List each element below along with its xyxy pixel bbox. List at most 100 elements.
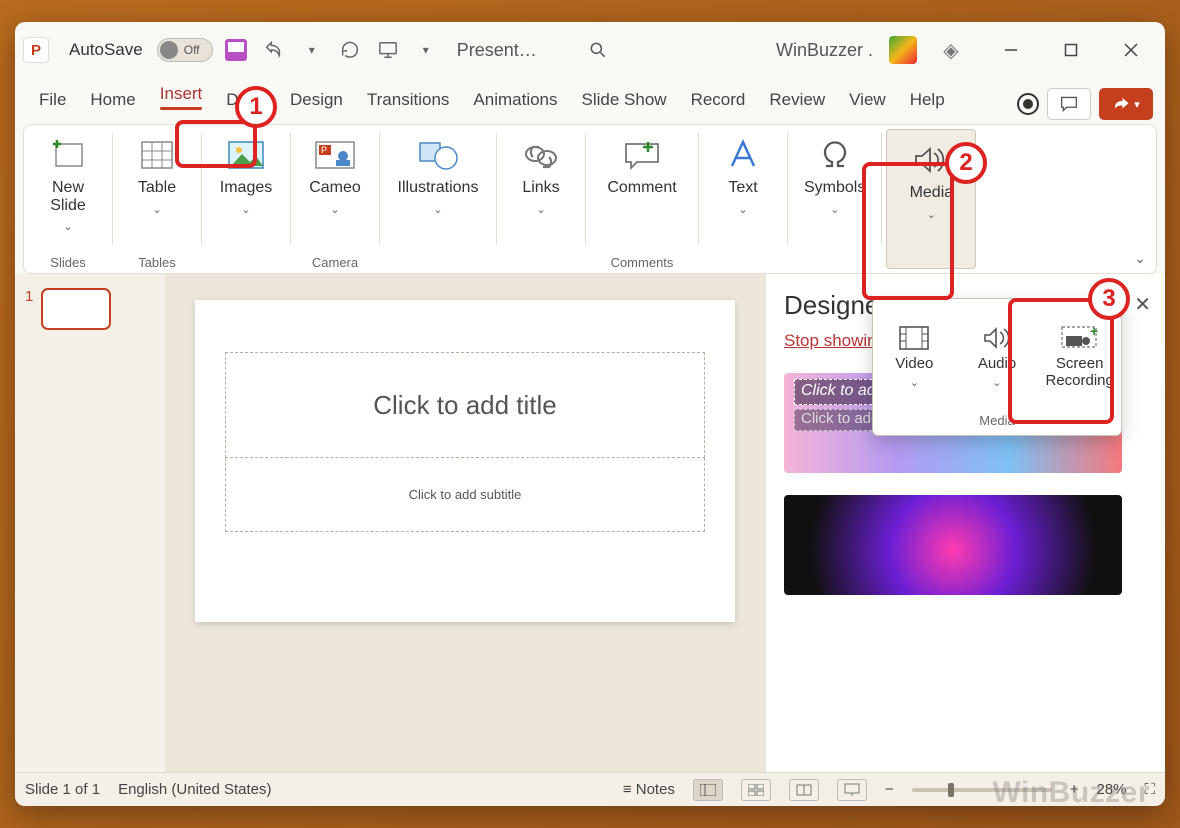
group-camera: P Cameo⌄ Camera	[291, 125, 379, 273]
normal-view-icon	[700, 784, 716, 796]
shapes-icon	[416, 138, 460, 172]
close-button[interactable]	[1105, 30, 1157, 70]
group-comments: Comment Comments	[586, 125, 698, 273]
comment-icon	[1059, 95, 1079, 113]
new-slide-icon	[50, 138, 86, 172]
illustrations-button[interactable]: Illustrations⌄	[388, 129, 488, 216]
undo-more-button[interactable]: ▾	[297, 35, 327, 65]
toggle-knob-icon	[160, 41, 178, 59]
autosave-toggle[interactable]: Off	[157, 38, 213, 62]
images-button[interactable]: Images⌄	[210, 129, 282, 216]
close-icon	[1124, 43, 1138, 57]
watermark: WinBuzzer	[992, 776, 1150, 810]
reading-view-button[interactable]	[789, 779, 819, 801]
title-bar: P AutoSave Off ▾ ▾ Present… WinBuzzer . …	[15, 22, 1165, 78]
new-comment-icon	[621, 138, 663, 172]
slide[interactable]: Click to add title Click to add subtitle	[195, 300, 735, 622]
share-icon	[1112, 96, 1130, 112]
design-suggestion-2[interactable]	[784, 495, 1122, 595]
text-button[interactable]: Text⌄	[707, 129, 779, 216]
maximize-icon	[1064, 43, 1078, 57]
tab-design[interactable]: Design	[278, 82, 355, 120]
group-links: Links⌄	[497, 125, 585, 273]
slide-canvas-area: Click to add title Click to add subtitle	[165, 274, 765, 772]
save-icon	[225, 39, 247, 61]
app-icon: P	[23, 37, 49, 63]
links-button[interactable]: Links⌄	[505, 129, 577, 216]
notes-toggle[interactable]: ≡ Notes	[623, 781, 675, 798]
table-button[interactable]: Table⌄	[121, 129, 193, 216]
ribbon: New Slide⌄ Slides Table⌄ Tables Images⌄	[23, 124, 1157, 274]
slideshow-view-button[interactable]	[837, 779, 867, 801]
cameo-button[interactable]: P Cameo⌄	[299, 129, 371, 216]
grid-icon	[748, 784, 764, 796]
svg-text:P: P	[321, 145, 327, 155]
new-slide-button[interactable]: New Slide⌄	[32, 129, 104, 233]
ribbon-tabs: File Home Insert Draw Design Transitions…	[15, 78, 1165, 120]
media-audio-button[interactable]: Audio⌄	[956, 299, 1039, 413]
language-status[interactable]: English (United States)	[118, 781, 271, 798]
minimize-button[interactable]	[985, 30, 1037, 70]
save-button[interactable]	[221, 35, 251, 65]
media-dropdown: Video⌄ Audio⌄ + Screen Recording Media	[872, 298, 1122, 436]
tab-transitions[interactable]: Transitions	[355, 82, 462, 120]
group-slides: New Slide⌄ Slides	[24, 125, 112, 273]
tab-help[interactable]: Help	[898, 82, 957, 120]
normal-view-button[interactable]	[693, 779, 723, 801]
table-icon	[139, 138, 175, 172]
cameo-icon: P	[313, 138, 357, 172]
book-icon	[796, 784, 812, 796]
subtitle-placeholder[interactable]: Click to add subtitle	[225, 458, 705, 532]
tab-review[interactable]: Review	[757, 82, 837, 120]
undo-button[interactable]	[259, 35, 289, 65]
tab-animations[interactable]: Animations	[461, 82, 569, 120]
redo-icon	[339, 39, 361, 61]
slide-counter: Slide 1 of 1	[25, 781, 100, 798]
tab-record[interactable]: Record	[679, 82, 758, 120]
tab-view[interactable]: View	[837, 82, 898, 120]
present-icon	[844, 783, 860, 797]
doc-title: Present…	[457, 40, 537, 61]
qat-customize-button[interactable]: ▾	[411, 35, 441, 65]
minimize-icon	[1004, 43, 1018, 57]
slide-thumbnails: 1	[15, 274, 165, 772]
present-from-start-button[interactable]	[373, 35, 403, 65]
group-text: Text⌄	[699, 125, 787, 273]
thumbnail-number: 1	[25, 288, 33, 305]
maximize-button[interactable]	[1045, 30, 1097, 70]
media-dropdown-caption: Media	[873, 413, 1121, 435]
tab-insert[interactable]: Insert	[148, 76, 215, 120]
omega-icon	[818, 138, 852, 172]
callout-badge-1: 1	[235, 86, 277, 128]
thumbnail-item[interactable]: 1	[25, 288, 155, 330]
redo-button[interactable]	[335, 35, 365, 65]
user-avatar-icon[interactable]	[889, 36, 917, 64]
sorter-view-button[interactable]	[741, 779, 771, 801]
diamond-button[interactable]: ◈	[925, 30, 977, 70]
zoom-out-button[interactable]: −	[885, 781, 894, 798]
tab-slideshow[interactable]: Slide Show	[570, 82, 679, 120]
group-images: Images⌄	[202, 125, 290, 273]
record-indicator-icon[interactable]	[1017, 93, 1039, 115]
tab-file[interactable]: File	[27, 82, 78, 120]
comments-pane-button[interactable]	[1047, 88, 1091, 120]
zoom-knob-icon	[948, 783, 954, 797]
ribbon-collapse-button[interactable]: ⌄	[1134, 250, 1146, 267]
user-name: WinBuzzer .	[776, 40, 873, 61]
search-button[interactable]	[583, 35, 613, 65]
title-placeholder[interactable]: Click to add title	[225, 352, 705, 458]
tab-home[interactable]: Home	[78, 82, 147, 120]
comment-button[interactable]: Comment	[594, 129, 690, 197]
media-video-button[interactable]: Video⌄	[873, 299, 956, 413]
picture-icon	[226, 138, 266, 172]
group-symbols: Symbols⌄	[788, 125, 881, 273]
screen-recording-icon: +	[1060, 325, 1100, 351]
group-tables: Table⌄ Tables	[113, 125, 201, 273]
callout-badge-2: 2	[945, 142, 987, 184]
share-button[interactable]: ▾	[1099, 88, 1153, 120]
symbols-button[interactable]: Symbols⌄	[796, 129, 873, 216]
designer-close-button[interactable]: ✕	[1134, 292, 1151, 317]
undo-icon	[263, 39, 285, 61]
autosave-label: AutoSave	[69, 40, 143, 60]
search-icon	[588, 40, 608, 60]
